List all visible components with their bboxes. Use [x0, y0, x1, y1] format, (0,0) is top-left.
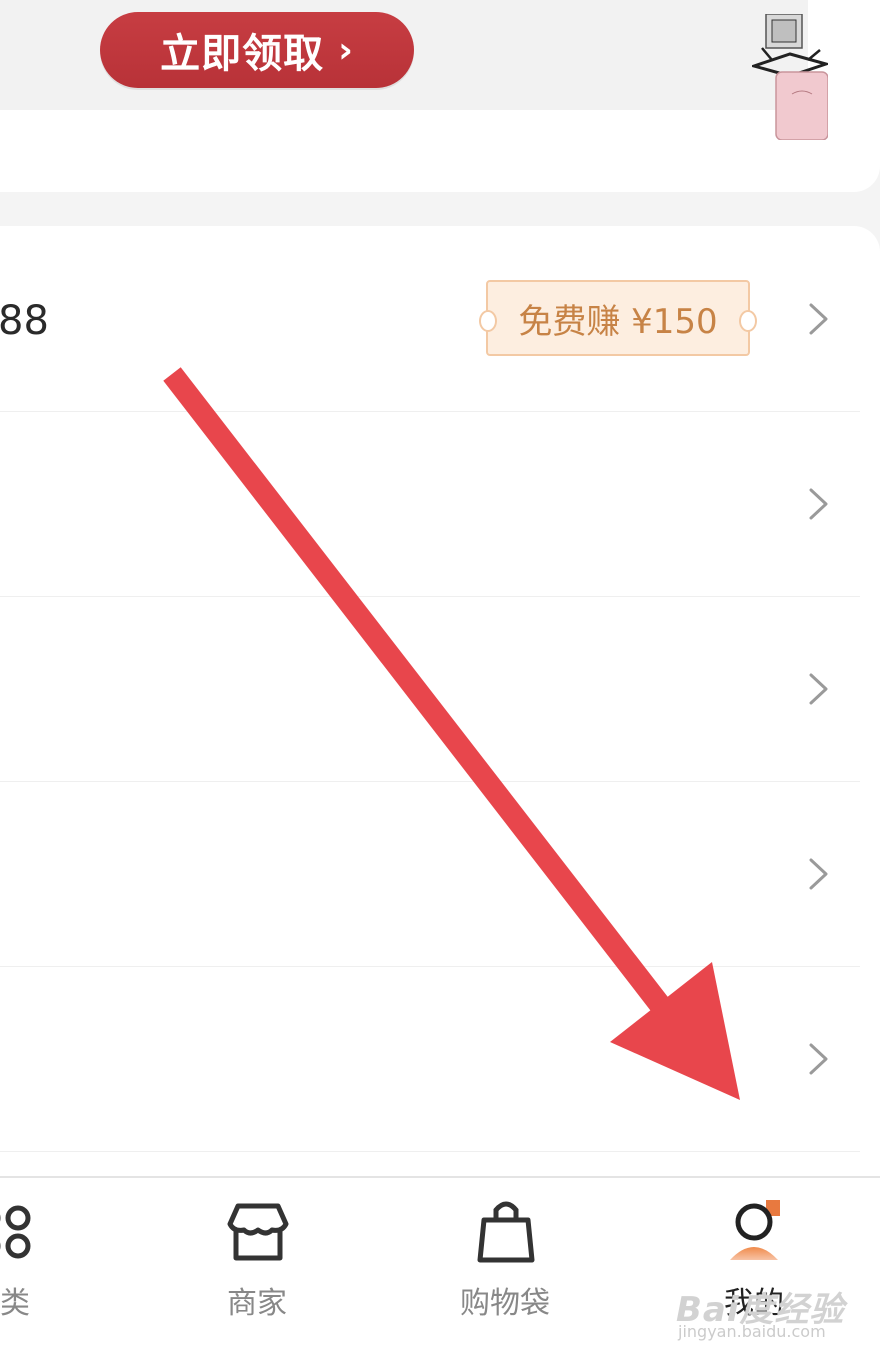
- tab-shopping-bag-label: 购物袋: [460, 1286, 550, 1321]
- menu-row-5[interactable]: [0, 966, 860, 1152]
- claim-now-button[interactable]: 立即领取 ›: [100, 12, 414, 88]
- earn-coupon-badge[interactable]: 免费赚 ¥150: [479, 280, 757, 356]
- menu-row-points[interactable]: 88 免费赚 ¥150: [0, 226, 860, 412]
- tab-category-label: 分类: [0, 1286, 30, 1321]
- points-value: 88: [0, 298, 49, 344]
- menu-list-card: 88 免费赚 ¥150: [0, 226, 880, 1176]
- shopping-bag-icon: [477, 1201, 535, 1263]
- tab-merchant[interactable]: 商家: [226, 1200, 290, 1321]
- watermark-url: jingyan.baidu.com: [678, 1322, 826, 1341]
- chevron-right-icon: [809, 488, 828, 520]
- chevron-right-icon: [809, 303, 828, 335]
- menu-row-4[interactable]: [0, 781, 860, 967]
- claim-button-label: 立即领取: [160, 31, 325, 77]
- tab-category[interactable]: 分类: [0, 1200, 70, 1321]
- watermark-logo: Bai度经验 jingyan.baidu.com: [672, 1278, 872, 1348]
- category-grid-icon: [0, 1205, 31, 1259]
- store-icon: [227, 1203, 289, 1261]
- tab-merchant-label: 商家: [227, 1286, 287, 1321]
- menu-row-2[interactable]: [0, 411, 860, 597]
- coupon-badge-label: 免费赚 ¥150: [518, 301, 718, 342]
- perfume-product-image: [752, 14, 828, 140]
- profile-icon: [730, 1200, 780, 1260]
- menu-row-3[interactable]: [0, 596, 860, 782]
- chevron-right-icon: [809, 673, 828, 705]
- chevron-right-icon: [809, 858, 828, 890]
- tab-shopping-bag[interactable]: 购物袋: [460, 1200, 550, 1321]
- chevron-right-icon: ›: [338, 29, 354, 71]
- chevron-right-icon: [809, 1043, 828, 1075]
